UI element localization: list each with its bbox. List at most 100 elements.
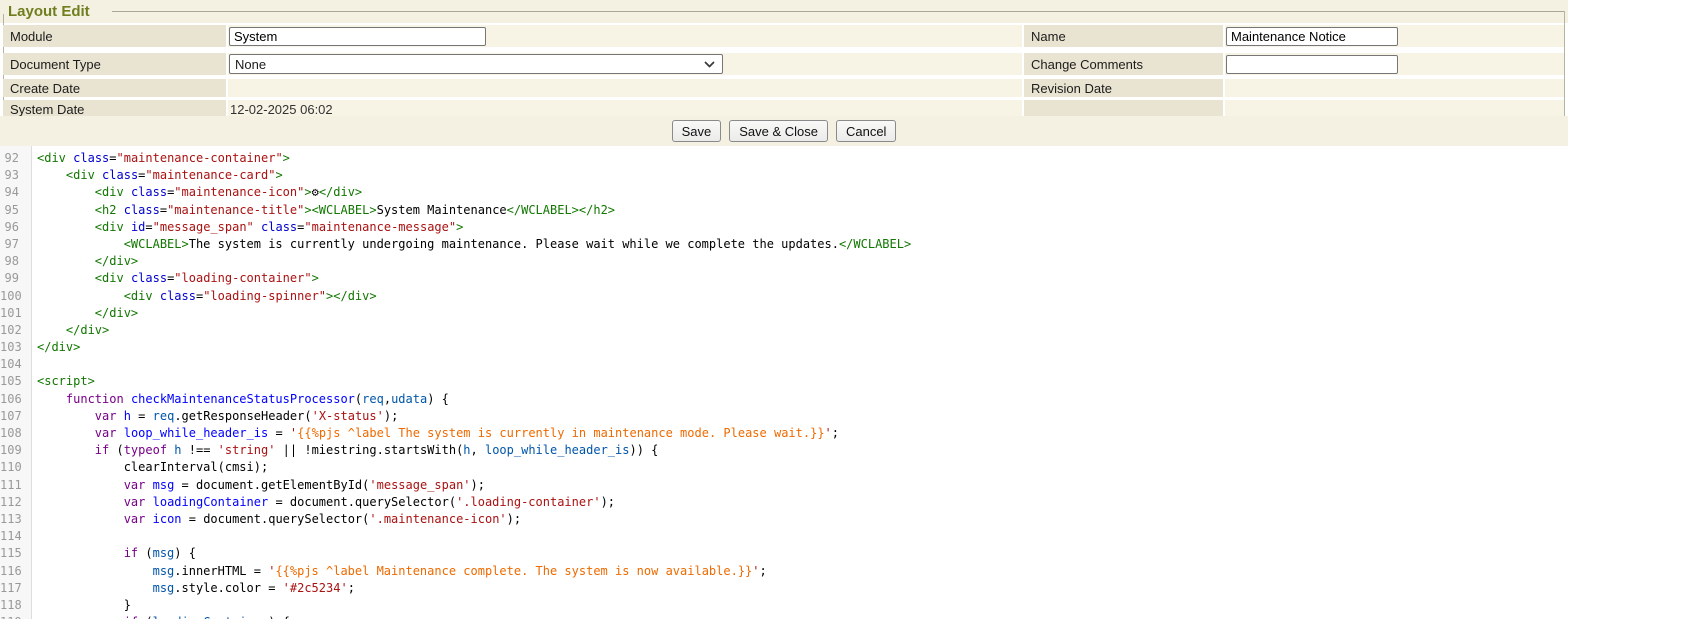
code-segment-p: .style.color =: [174, 581, 282, 595]
code-segment-t: <h2: [95, 203, 117, 217]
code-line-99[interactable]: 99 <div class="loading-container">: [0, 270, 1706, 287]
layout-edit-form: Layout Edit Module Name Document Type No…: [0, 0, 1706, 146]
line-number: 101: [0, 305, 27, 322]
name-input[interactable]: [1226, 27, 1398, 46]
code-text: <div class="loading-container">: [27, 270, 319, 287]
code-segment-p: [145, 478, 152, 492]
code-line-107[interactable]: 107 var h = req.getResponseHeader('X-sta…: [0, 408, 1706, 425]
code-text: if (loadingContainer) {: [27, 614, 290, 619]
code-segment-t: >: [304, 185, 311, 199]
line-number: 112: [0, 494, 27, 511]
code-segment-t: </div>: [66, 323, 109, 337]
code-line-116[interactable]: 116 msg.innerHTML = '{{%pjs ^label Maint…: [0, 563, 1706, 580]
save-close-button[interactable]: Save & Close: [729, 120, 828, 142]
code-line-112[interactable]: 112 var loadingContainer = document.quer…: [0, 494, 1706, 511]
code-text: </div>: [27, 339, 80, 356]
code-line-92[interactable]: 92<div class="maintenance-container">: [0, 150, 1706, 167]
code-segment-k: if: [124, 546, 138, 560]
name-label-cell: Name: [1024, 25, 1223, 47]
code-segment-p: (: [138, 546, 152, 560]
code-line-111[interactable]: 111 var msg = document.getElementById('m…: [0, 477, 1706, 494]
code-text: msg.innerHTML = '{{%pjs ^label Maintenan…: [27, 563, 767, 580]
code-line-106[interactable]: 106 function checkMaintenanceStatusProce…: [0, 391, 1706, 408]
code-line-101[interactable]: 101 </div>: [0, 305, 1706, 322]
code-segment-t: <div: [95, 185, 124, 199]
code-line-105[interactable]: 105<script>: [0, 373, 1706, 390]
line-number: 97: [0, 236, 27, 253]
code-line-97[interactable]: 97 <WCLABEL>The system is currently unde…: [0, 236, 1706, 253]
code-segment-s: ': [752, 564, 759, 578]
save-button[interactable]: Save: [672, 120, 722, 142]
line-number: 107: [0, 408, 27, 425]
line-number: 92: [0, 150, 27, 167]
code-segment-t: <div: [37, 151, 66, 165]
document-type-select[interactable]: None: [229, 54, 723, 74]
code-text: [27, 356, 37, 373]
code-line-96[interactable]: 96 <div id="message_span" class="mainten…: [0, 219, 1706, 236]
code-segment-v: loop_while_header_is: [485, 443, 630, 457]
code-line-103[interactable]: 103</div>: [0, 339, 1706, 356]
code-segment-p: );: [507, 512, 521, 526]
line-number: 118: [0, 597, 27, 614]
code-text: <div class="maintenance-container">: [27, 150, 290, 167]
document-type-label: Document Type: [10, 57, 101, 72]
code-segment-p: ⚙: [312, 185, 319, 199]
code-segment-k: var: [95, 409, 117, 423]
change-comments-input[interactable]: [1226, 55, 1398, 74]
code-segment-p: [116, 426, 123, 440]
code-segment-p: [37, 237, 124, 251]
code-segment-p: ) {: [174, 546, 196, 560]
module-input[interactable]: [229, 27, 486, 46]
code-text: var msg = document.getElementById('messa…: [27, 477, 485, 494]
code-segment-p: [124, 271, 131, 285]
code-line-114[interactable]: 114: [0, 528, 1706, 545]
code-segment-p: [37, 220, 95, 234]
code-segment-t: <div: [95, 220, 124, 234]
chevron-down-icon: [704, 60, 715, 69]
code-line-93[interactable]: 93 <div class="maintenance-card">: [0, 167, 1706, 184]
code-segment-p: [37, 168, 66, 182]
code-segment-a: class: [131, 185, 167, 199]
code-segment-t: </div>: [319, 185, 362, 199]
code-line-100[interactable]: 100 <div class="loading-spinner"></div>: [0, 288, 1706, 305]
code-line-108[interactable]: 108 var loop_while_header_is = '{{%pjs ^…: [0, 425, 1706, 442]
code-text: <h2 class="maintenance-title"><WCLABEL>S…: [27, 202, 615, 219]
line-number: 117: [0, 580, 27, 597]
code-segment-p: [37, 478, 124, 492]
code-line-109[interactable]: 109 if (typeof h !== 'string' || !miestr…: [0, 442, 1706, 459]
line-number: 102: [0, 322, 27, 339]
code-segment-t: >: [312, 271, 319, 285]
code-editor[interactable]: 92<div class="maintenance-container">93 …: [0, 146, 1706, 619]
code-segment-s: 'string': [218, 443, 276, 457]
code-segment-p: [37, 409, 95, 423]
code-line-119[interactable]: 119 if (loadingContainer) {: [0, 614, 1706, 619]
code-segment-s: "maintenance-icon": [174, 185, 304, 199]
change-comments-label: Change Comments: [1031, 57, 1143, 72]
code-line-104[interactable]: 104: [0, 356, 1706, 373]
code-line-98[interactable]: 98 </div>: [0, 253, 1706, 270]
code-segment-k: var: [95, 426, 117, 440]
code-segment-p: ,: [384, 392, 391, 406]
code-text: var loadingContainer = document.querySel…: [27, 494, 615, 511]
code-text: }: [27, 597, 131, 614]
code-segment-a: class: [131, 271, 167, 285]
code-line-110[interactable]: 110 clearInterval(cmsi);: [0, 459, 1706, 476]
code-segment-p: [37, 185, 95, 199]
code-segment-p: [124, 185, 131, 199]
code-line-117[interactable]: 117 msg.style.color = '#2c5234';: [0, 580, 1706, 597]
code-segment-v: loadingContainer: [153, 615, 269, 619]
code-line-118[interactable]: 118 }: [0, 597, 1706, 614]
code-line-94[interactable]: 94 <div class="maintenance-icon">⚙</div>: [0, 184, 1706, 201]
code-line-115[interactable]: 115 if (msg) {: [0, 545, 1706, 562]
code-segment-s: ': [825, 426, 832, 440]
code-line-95[interactable]: 95 <h2 class="maintenance-title"><WCLABE…: [0, 202, 1706, 219]
code-segment-a: class: [160, 289, 196, 303]
line-number: 105: [0, 373, 27, 390]
code-segment-t: <WCLABEL>: [124, 237, 189, 251]
code-segment-k: typeof: [124, 443, 167, 457]
line-number: 99: [0, 270, 27, 287]
code-segment-k: var: [124, 512, 146, 526]
code-line-113[interactable]: 113 var icon = document.querySelector('.…: [0, 511, 1706, 528]
cancel-button[interactable]: Cancel: [836, 120, 896, 142]
code-line-102[interactable]: 102 </div>: [0, 322, 1706, 339]
